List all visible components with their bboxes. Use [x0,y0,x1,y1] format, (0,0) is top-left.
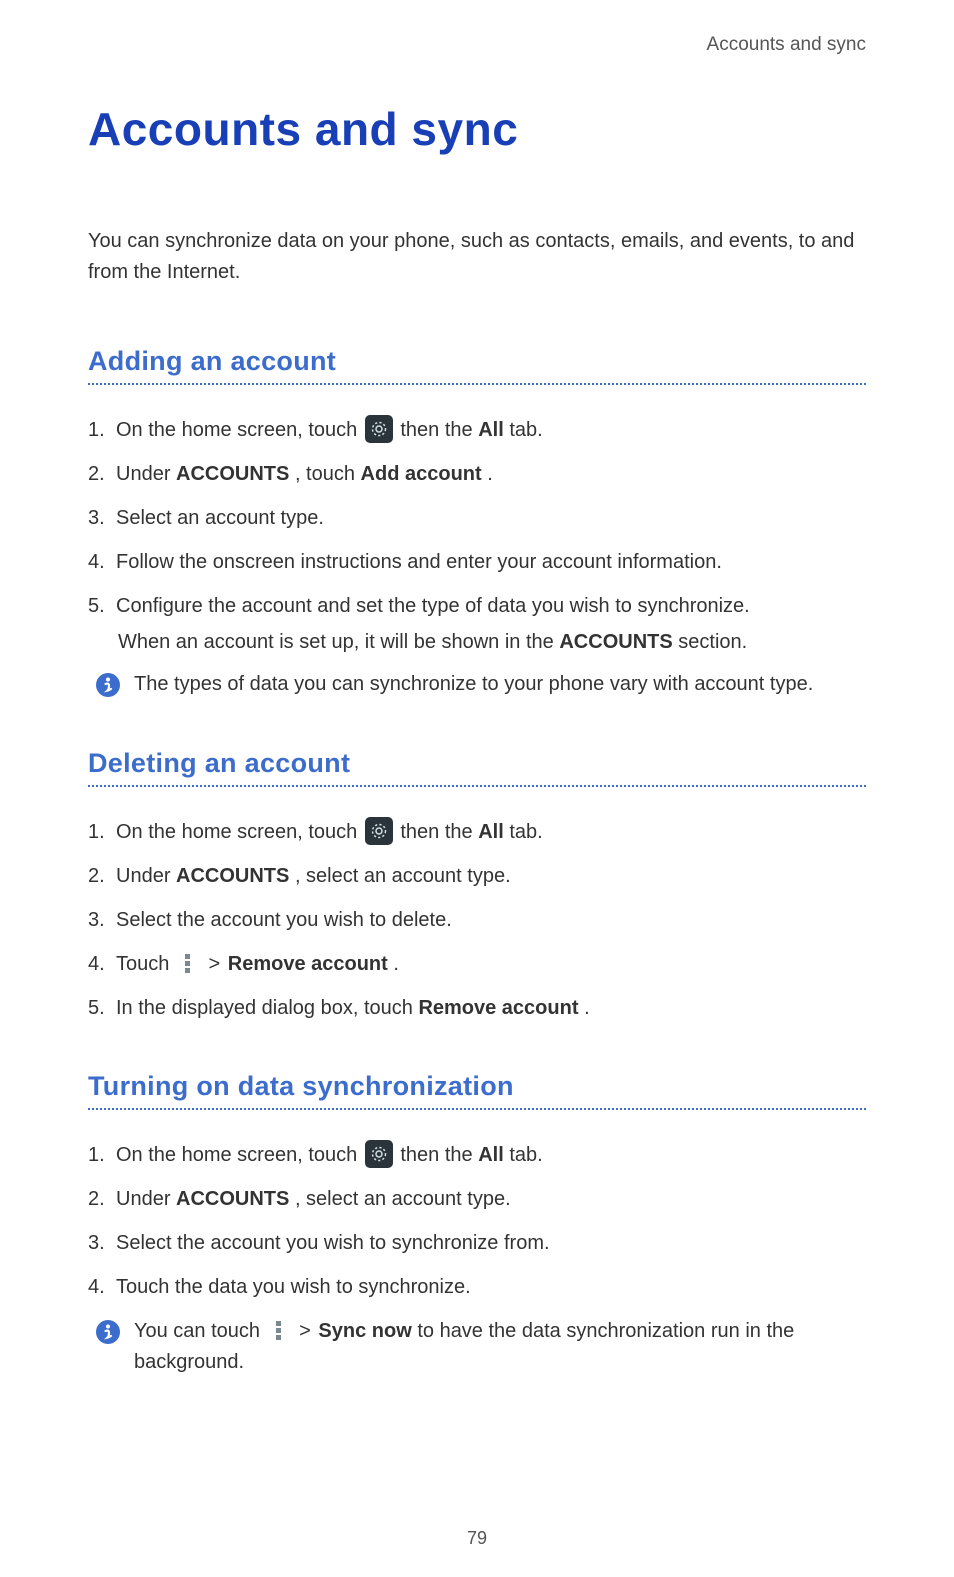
step-text-bold: Remove account [418,997,578,1019]
step-item: Select the account you wish to delete. [88,905,866,935]
note-text: The types of data you can synchronize to… [134,669,866,700]
step-text: section. [678,631,747,653]
step-text-bold: ACCOUNTS [176,1188,289,1210]
overflow-menu-icon [181,949,195,977]
step-item: Touch > Remove account . [88,949,866,979]
caret: > [299,1320,311,1342]
step-item: Under ACCOUNTS , select an account type. [88,1184,866,1214]
caret: > [209,953,221,975]
step-text: then the [400,419,478,441]
step-text: When an account is set up, it will be sh… [118,631,559,653]
step-text: . [584,997,590,1019]
step-substep: When an account is set up, it will be sh… [116,627,866,657]
step-text: Under [116,865,176,887]
step-text-bold: ACCOUNTS [176,463,289,485]
running-head: Accounts and sync [88,34,866,56]
page-number: 79 [0,1528,954,1549]
page-title: Accounts and sync [88,102,866,156]
step-text: , select an account type. [295,865,511,887]
step-text: On the home screen, touch [116,419,363,441]
step-text-bold: ACCOUNTS [559,631,672,653]
info-note: You can touch > Sync now to have the dat… [88,1316,866,1378]
step-text: In the displayed dialog box, touch [116,997,418,1019]
section-heading-adding: Adding an account [88,346,866,377]
info-note: The types of data you can synchronize to… [88,669,866,700]
step-text: tab. [509,1144,542,1166]
step-text: then the [400,821,478,843]
step-text: Under [116,463,176,485]
step-text-bold: All [478,1144,504,1166]
step-text: then the [400,1144,478,1166]
step-item: Under ACCOUNTS , touch Add account . [88,459,866,489]
step-text: On the home screen, touch [116,1144,363,1166]
step-text-bold: ACCOUNTS [176,865,289,887]
step-text: Touch [116,953,175,975]
step-text: , touch [295,463,361,485]
note-text-part: You can touch [134,1320,266,1342]
step-item: On the home screen, touch then the All t… [88,817,866,847]
steps-deleting: On the home screen, touch then the All t… [88,817,866,1023]
step-item: Configure the account and set the type o… [88,591,866,657]
section-divider [88,785,866,787]
section-divider [88,383,866,385]
section-heading-sync: Turning on data synchronization [88,1071,866,1102]
step-item: Under ACCOUNTS , select an account type. [88,861,866,891]
info-icon [94,671,122,699]
step-item: On the home screen, touch then the All t… [88,415,866,445]
steps-adding: On the home screen, touch then the All t… [88,415,866,657]
settings-icon [365,415,393,443]
section-heading-deleting: Deleting an account [88,748,866,779]
step-item: Follow the onscreen instructions and ent… [88,547,866,577]
info-icon [94,1318,122,1346]
settings-icon [365,1140,393,1168]
step-text-bold: All [478,419,504,441]
step-text: tab. [509,419,542,441]
step-text-bold: Remove account [228,953,388,975]
step-text: On the home screen, touch [116,821,363,843]
step-text-bold: Add account [361,463,482,485]
step-text: . [487,463,493,485]
step-item: In the displayed dialog box, touch Remov… [88,993,866,1023]
step-text: Configure the account and set the type o… [116,595,750,617]
steps-sync: On the home screen, touch then the All t… [88,1140,866,1302]
step-text: . [393,953,399,975]
section-divider [88,1108,866,1110]
note-text-bold: Sync now [318,1320,411,1342]
step-item: Select the account you wish to synchroni… [88,1228,866,1258]
step-text: tab. [509,821,542,843]
step-text: Under [116,1188,176,1210]
settings-icon [365,817,393,845]
step-item: Touch the data you wish to synchronize. [88,1272,866,1302]
note-text: You can touch > Sync now to have the dat… [134,1316,866,1378]
step-item: On the home screen, touch then the All t… [88,1140,866,1170]
overflow-menu-icon [272,1316,286,1344]
page-intro: You can synchronize data on your phone, … [88,226,866,288]
step-text-bold: All [478,821,504,843]
step-text: , select an account type. [295,1188,511,1210]
step-item: Select an account type. [88,503,866,533]
